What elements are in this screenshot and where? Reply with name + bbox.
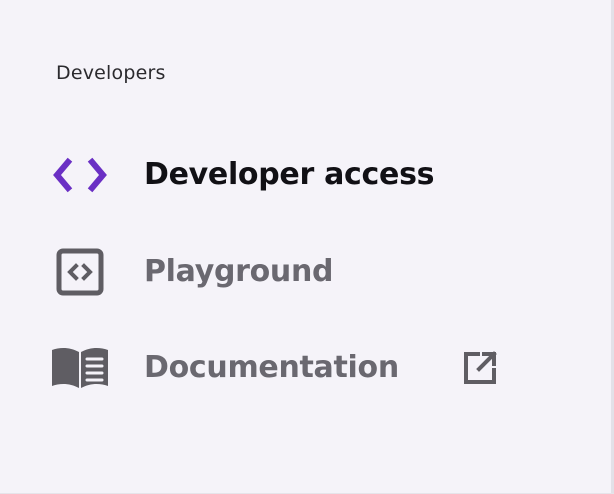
code-brackets-icon <box>50 155 110 195</box>
sidebar-item-documentation[interactable]: Documentation <box>0 328 560 408</box>
sidebar-item-playground[interactable]: Playground <box>0 232 560 312</box>
section-title: Developers <box>56 62 166 84</box>
external-link-icon[interactable] <box>460 348 500 388</box>
book-icon <box>50 347 110 388</box>
sidebar-item-label: Playground <box>144 254 334 289</box>
sidebar-item-developer-access[interactable]: Developer access <box>0 135 560 215</box>
code-window-icon <box>50 248 110 296</box>
sidebar-item-label: Developer access <box>144 157 435 192</box>
developers-sidebar: Developers Developer access Playground D… <box>0 0 614 494</box>
sidebar-item-label: Documentation <box>144 350 399 385</box>
